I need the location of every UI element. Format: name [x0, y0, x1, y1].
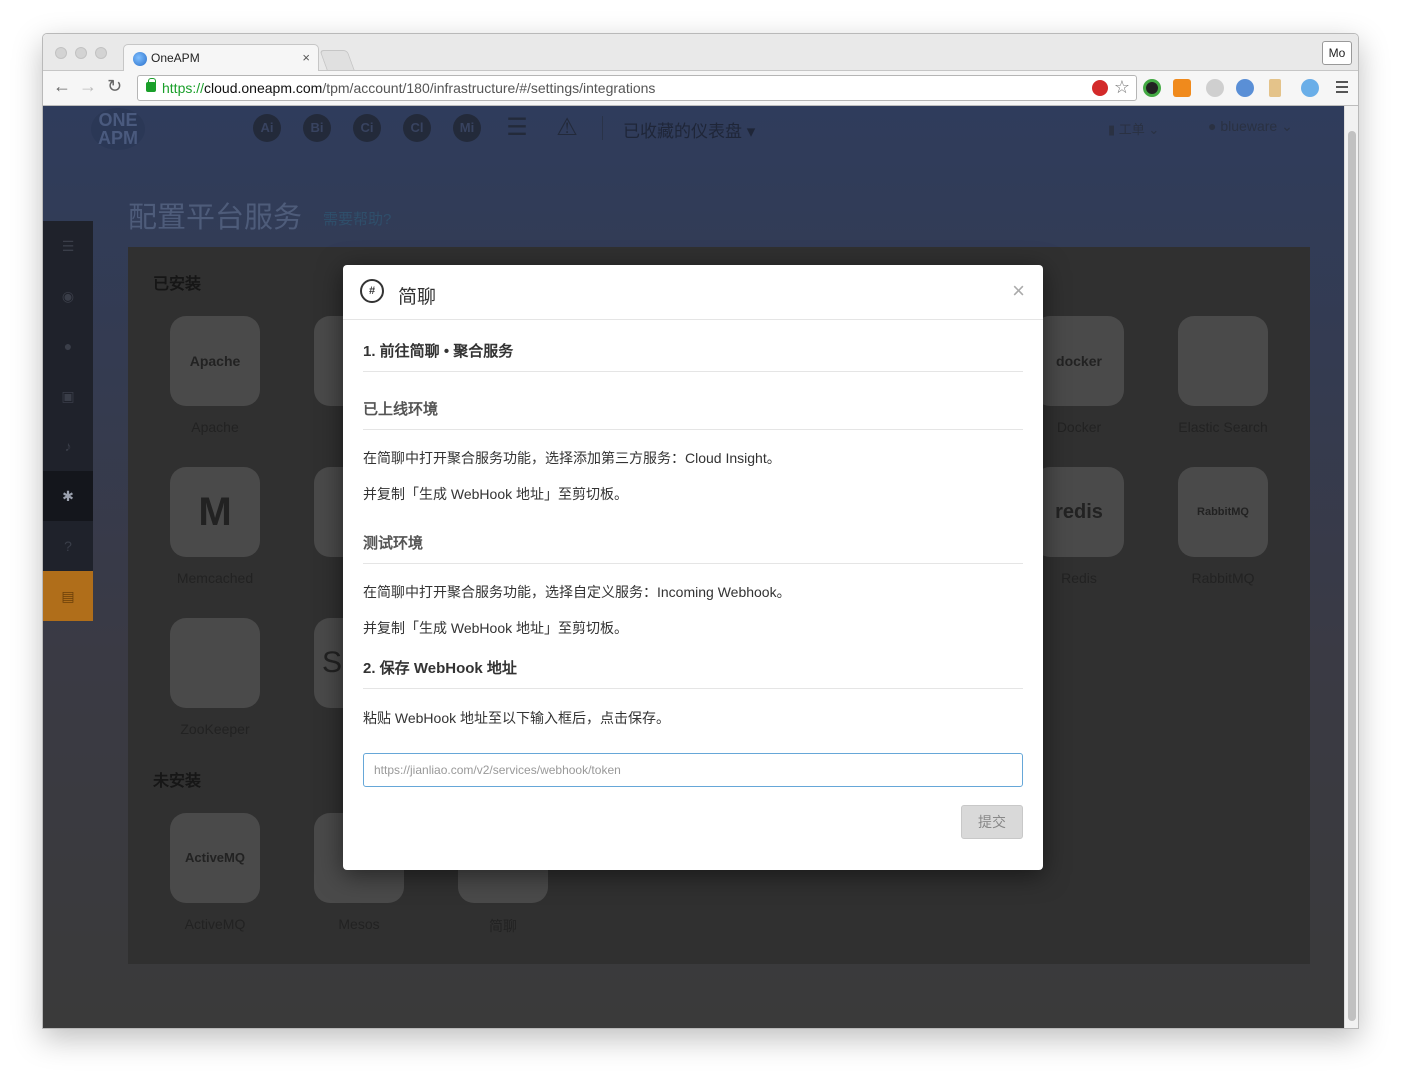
integration-card-apache[interactable]: Apache Apache	[170, 316, 260, 435]
installed-section-label: 已安装	[153, 276, 202, 293]
calendar-icon[interactable]: ▤	[43, 571, 93, 621]
integration-card-redis[interactable]: redis Redis	[1034, 467, 1124, 586]
browser-menu-icon[interactable]	[1336, 81, 1348, 93]
alert-icon[interactable]: ⚠	[553, 114, 581, 142]
ai-icon[interactable]: Ai	[253, 114, 281, 142]
integration-card-rabbitmq[interactable]: RabbitMQ RabbitMQ	[1178, 467, 1268, 586]
back-arrow-icon[interactable]: ←	[53, 76, 71, 97]
production-env-heading: 已上线环境	[363, 398, 1023, 430]
extension-snowflake-icon[interactable]	[1301, 79, 1319, 97]
minimize-window-button[interactable]	[75, 47, 87, 59]
bell-icon[interactable]: ♪	[43, 421, 93, 471]
oneapm-logo[interactable]: ONE APM	[91, 108, 145, 150]
extension-camera-icon[interactable]	[1143, 79, 1161, 97]
tab-close-icon[interactable]: ×	[302, 50, 310, 65]
integration-card-elastic-search[interactable]: Elastic Search	[1178, 316, 1268, 435]
step2-instruction: 粘贴 WebHook 地址至以下输入框后，点击保存。	[363, 710, 670, 726]
production-instruction-2: 并复制「生成 WebHook 地址」至剪切板。	[363, 486, 628, 502]
caret-down-icon: ▾	[746, 122, 756, 141]
blocked-icon[interactable]	[1092, 80, 1108, 96]
page-scrollbar[interactable]	[1344, 106, 1358, 1028]
chevron-down-icon: ⌄	[1281, 118, 1293, 134]
activemq-logo-icon: ActiveMQ	[170, 813, 260, 903]
test-env-heading: 测试环境	[363, 532, 1023, 564]
user-menu[interactable]: ● blueware ⌄	[1208, 118, 1293, 135]
url-text[interactable]: https://cloud.oneapm.com/tpm/account/180…	[162, 80, 655, 96]
settings-icon[interactable]: ✱	[43, 471, 93, 521]
webhook-url-input[interactable]	[363, 753, 1023, 787]
browser-toolbar: ← → ↻ https://cloud.oneapm.com/tpm/accou…	[43, 71, 1358, 106]
cl-icon[interactable]: Cl	[403, 114, 431, 142]
extension-search-icon[interactable]	[1206, 79, 1224, 97]
extension-ghost-icon[interactable]	[1236, 79, 1254, 97]
step1-heading: 1. 前往简聊 • 聚合服务	[363, 340, 1023, 372]
list-icon[interactable]: ☰	[43, 221, 93, 271]
ci-icon[interactable]: Ci	[353, 114, 381, 142]
jianliao-logo-icon: #	[360, 279, 384, 303]
forward-arrow-icon[interactable]: →	[79, 76, 97, 97]
integration-card-activemq[interactable]: ActiveMQ ActiveMQ	[170, 813, 260, 932]
redis-logo-icon: redis	[1034, 467, 1124, 557]
bookmark-star-icon[interactable]: ☆	[1114, 77, 1130, 98]
integration-card-docker[interactable]: docker Docker	[1034, 316, 1124, 435]
nav-divider	[602, 116, 603, 140]
favorite-dashboards-dropdown[interactable]: 已收藏的仪表盘 ▾	[623, 117, 755, 142]
sidebar: ☰ ◉ ● ▣ ♪ ✱ ? ▤	[43, 221, 93, 621]
memcached-logo-icon: M	[170, 467, 260, 557]
bi-icon[interactable]: Bi	[303, 114, 331, 142]
oneapm-favicon-icon	[133, 52, 147, 66]
jianliao-config-modal: # 简聊 × 1. 前往简聊 • 聚合服务 已上线环境 在简聊中打开聚合服务功能…	[343, 265, 1043, 870]
document-icon: ▮	[1108, 122, 1116, 137]
work-order-menu[interactable]: ▮ 工单 ⌄	[1108, 119, 1159, 138]
profile-button[interactable]: Mo	[1322, 41, 1352, 65]
browser-tab[interactable]: OneAPM ×	[123, 44, 319, 72]
mi-icon[interactable]: Mi	[453, 114, 481, 142]
page-title: 配置平台服务	[128, 202, 303, 234]
production-instruction-1: 在简聊中打开聚合服务功能，选择添加第三方服务：Cloud Insight。	[363, 450, 781, 466]
elastic-search-logo-icon	[1178, 316, 1268, 406]
user-icon: ●	[1208, 118, 1217, 134]
test-instruction-2: 并复制「生成 WebHook 地址」至剪切板。	[363, 620, 628, 636]
circle-icon[interactable]: ●	[43, 321, 93, 371]
tab-bar: OneAPM × Mo	[43, 34, 1358, 72]
apache-logo-icon: Apache	[170, 316, 260, 406]
zoom-window-button[interactable]	[95, 47, 107, 59]
chevron-down-icon: ⌄	[1148, 122, 1160, 137]
address-bar[interactable]: https://cloud.oneapm.com/tpm/account/180…	[137, 75, 1137, 101]
zookeeper-logo-icon	[170, 618, 260, 708]
integration-card-memcached[interactable]: M Memcached	[170, 467, 260, 586]
dashboard-icon[interactable]: ◉	[43, 271, 93, 321]
extension-chart-icon[interactable]	[1173, 79, 1191, 97]
close-window-button[interactable]	[55, 47, 67, 59]
archive-icon[interactable]: ▣	[43, 371, 93, 421]
close-icon[interactable]: ×	[1012, 280, 1025, 302]
docker-logo-icon: docker	[1034, 316, 1124, 406]
submit-button[interactable]: 提交	[961, 805, 1023, 839]
reload-icon[interactable]: ↻	[107, 76, 122, 97]
modal-title: 简聊	[398, 287, 437, 308]
help-icon[interactable]: ?	[43, 521, 93, 571]
tab-title: OneAPM	[151, 51, 200, 65]
secure-lock-icon	[146, 78, 156, 92]
test-instruction-1: 在简聊中打开聚合服务功能，选择自定义服务：Incoming Webhook。	[363, 584, 791, 600]
extension-sign-icon[interactable]	[1269, 79, 1281, 97]
step2-heading: 2. 保存 WebHook 地址	[363, 657, 1023, 689]
modal-header: # 简聊 ×	[343, 265, 1043, 320]
rabbitmq-logo-icon: RabbitMQ	[1178, 467, 1268, 557]
server-list-icon[interactable]: ☰	[503, 114, 531, 142]
not-installed-section-label: 未安装	[153, 773, 202, 790]
app-header: ONE APM Ai Bi Ci Cl Mi ☰ ⚠ 已收藏的仪表盘 ▾ ▮ 工…	[43, 106, 1346, 151]
scrollbar-thumb[interactable]	[1348, 131, 1356, 1021]
help-link[interactable]: 需要帮助?	[323, 208, 391, 229]
integration-card-zookeeper[interactable]: ZooKeeper	[170, 618, 260, 737]
new-tab-button[interactable]	[319, 50, 355, 70]
